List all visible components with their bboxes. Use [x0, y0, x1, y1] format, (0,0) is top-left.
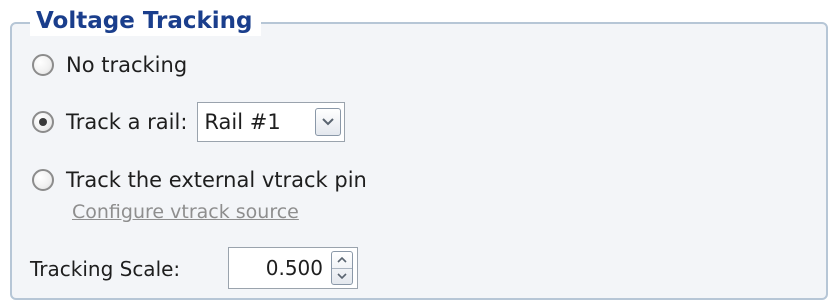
voltage-tracking-panel: Voltage Tracking No tracking Track a rai…: [0, 0, 838, 306]
rail-select-value: Rail #1: [204, 110, 281, 134]
radio-track-vtrack[interactable]: [32, 169, 54, 191]
rail-select[interactable]: Rail #1: [197, 102, 346, 142]
option-track-vtrack[interactable]: Track the external vtrack pin: [32, 168, 367, 192]
tracking-scale-value[interactable]: 0.500: [229, 256, 331, 280]
radio-track-rail[interactable]: [32, 111, 54, 133]
tracking-scale-spinbox[interactable]: 0.500: [228, 247, 358, 289]
tracking-scale-stepper[interactable]: [331, 251, 353, 285]
chevron-down-icon: [322, 118, 335, 126]
option-track-rail[interactable]: Track a rail: Rail #1: [32, 102, 346, 142]
spin-down-button[interactable]: [332, 269, 352, 285]
configure-vtrack-link[interactable]: Configure vtrack source: [72, 201, 299, 223]
spin-up-icon: [337, 256, 347, 263]
option-no-tracking[interactable]: No tracking: [32, 53, 187, 77]
spin-down-icon: [337, 273, 347, 280]
tracking-scale-label: Tracking Scale:: [30, 257, 181, 281]
option-track-vtrack-label: Track the external vtrack pin: [66, 168, 367, 192]
group-title: Voltage Tracking: [30, 6, 261, 36]
rail-select-dropdown-button[interactable]: [315, 108, 342, 136]
spin-up-button[interactable]: [332, 252, 352, 269]
option-no-tracking-label: No tracking: [66, 53, 188, 77]
radio-no-tracking[interactable]: [32, 54, 54, 76]
radio-selected-dot: [39, 118, 47, 126]
option-track-rail-label: Track a rail:: [66, 110, 188, 134]
